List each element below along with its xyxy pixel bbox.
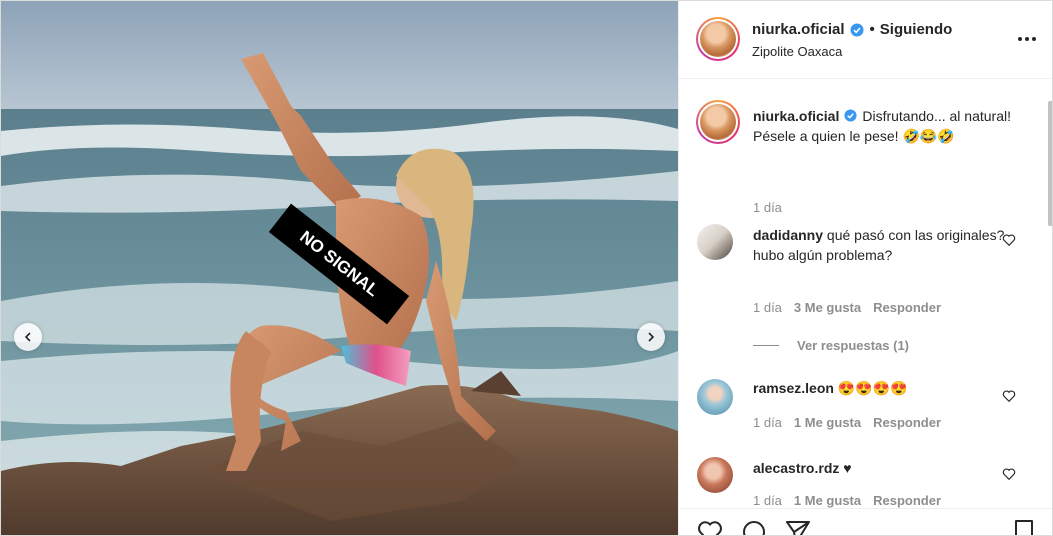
post-photo[interactable]: NO SIGNAL [1,1,678,535]
commenter-avatar[interactable] [697,379,733,415]
comment-icon[interactable] [741,519,767,536]
author-avatar[interactable] [696,17,740,61]
comment-meta: 1 día 1 Me gusta Responder [753,493,941,508]
comment-likes[interactable]: 1 Me gusta [794,493,861,508]
comment-username[interactable]: alecastro.rdz [753,460,839,476]
next-photo-button[interactable] [637,323,665,351]
following-button[interactable]: Siguiendo [880,21,953,38]
comment-time[interactable]: 1 día [753,300,782,315]
heart-icon[interactable] [1002,389,1016,403]
heart-icon[interactable] [697,519,723,536]
comment-item: dadidanny qué pasó con las originales? h… [679,224,1039,353]
post-side-panel: niurka.oficial • Siguiendo Zipolite Oaxa… [678,1,1052,536]
caption: niurka.oficial Disfrutando... al natural!… [679,98,1039,215]
heart-icon[interactable] [1002,233,1016,247]
comment-text: ♥ [843,460,852,476]
caption-username[interactable]: niurka.oficial [753,108,839,124]
comments-scrollbar[interactable] [1048,101,1052,226]
reply-button[interactable]: Responder [873,300,941,315]
comment-likes[interactable]: 1 Me gusta [794,415,861,430]
view-replies-button[interactable]: Ver respuestas (1) [753,338,909,353]
comment-text: 😍😍😍😍 [837,380,908,396]
bookmark-icon[interactable] [1011,519,1037,536]
author-username[interactable]: niurka.oficial [752,21,845,38]
post-header: niurka.oficial • Siguiendo Zipolite Oaxa… [679,1,1052,79]
comment-time[interactable]: 1 día [753,415,782,430]
comment-username[interactable]: ramsez.leon [753,380,834,396]
comment-username[interactable]: dadidanny [753,227,823,243]
beach-photo-illustration [1,1,678,535]
caption-text-line1: Disfrutando... al natural! [862,108,1011,124]
commenter-avatar[interactable] [697,457,733,493]
previous-photo-button[interactable] [14,323,42,351]
comments-list: niurka.oficial Disfrutando... al natural!… [679,80,1052,508]
comment-likes[interactable]: 3 Me gusta [794,300,861,315]
commenter-avatar[interactable] [697,224,733,260]
post-location[interactable]: Zipolite Oaxaca [752,44,842,59]
comment-item: alecastro.rdz ♥ 1 día 1 Me gusta Respond… [679,455,1039,508]
comment-meta: 1 día 1 Me gusta Responder [753,415,941,430]
view-replies-label: Ver respuestas (1) [797,338,910,353]
heart-icon[interactable] [1002,467,1016,481]
caption-text-line2: Pésele a quien le pese! 🤣😂🤣 [753,128,955,144]
share-icon[interactable] [785,519,811,536]
caption-author-avatar[interactable] [696,100,740,144]
post-actions-bar [679,508,1052,536]
verified-badge-icon [844,109,857,122]
separator-dot: • [869,21,875,38]
chevron-left-icon [24,332,31,342]
more-options-icon[interactable] [1018,37,1036,41]
reply-button[interactable]: Responder [873,493,941,508]
comment-time[interactable]: 1 día [753,493,782,508]
comment-item: ramsez.leon 😍😍😍😍 1 día 1 Me gusta Respon… [679,377,1039,437]
chevron-right-icon [648,332,655,342]
caption-meta: 1 día [753,200,782,215]
verified-badge-icon [850,23,864,36]
reply-button[interactable]: Responder [873,415,941,430]
caption-time[interactable]: 1 día [753,200,782,215]
instagram-post-window: NO SIGNAL niurka.oficial • Siguiendo Zip… [0,0,1053,536]
comment-meta: 1 día 3 Me gusta Responder [753,300,941,315]
